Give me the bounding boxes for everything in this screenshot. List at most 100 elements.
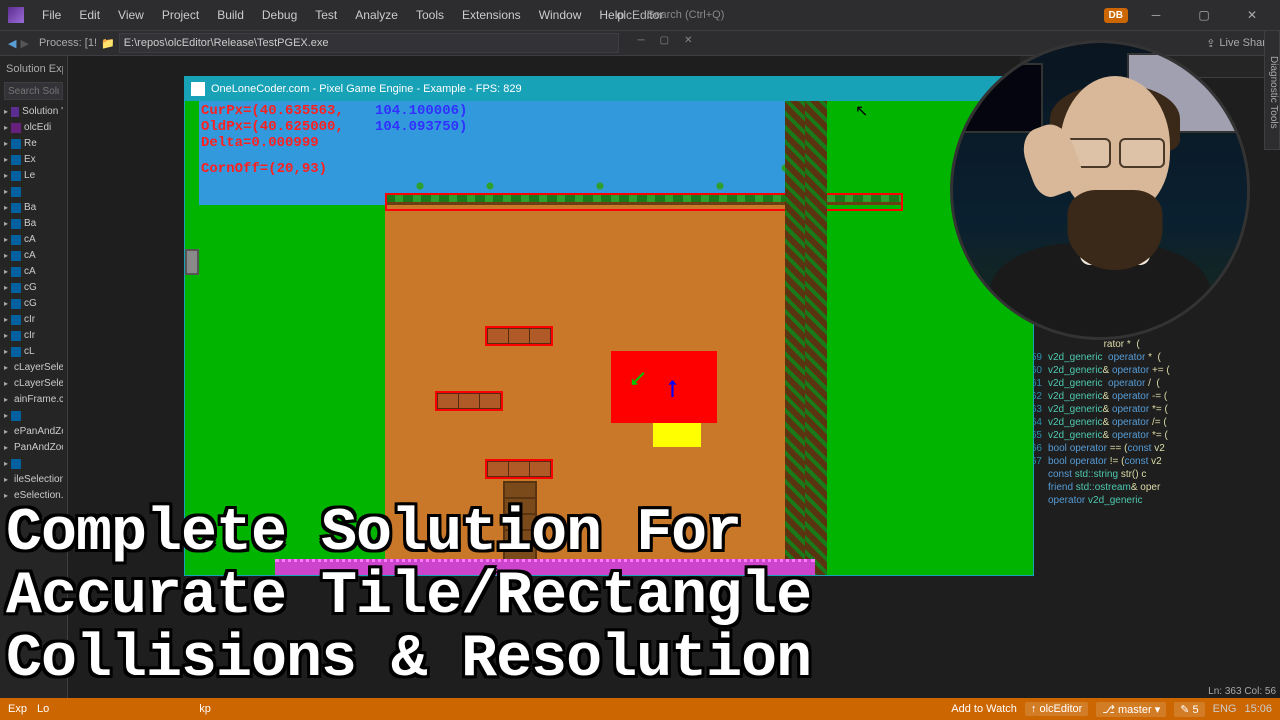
tree-item[interactable]: ▸cLayerSelectPane... [4,360,63,376]
menu-file[interactable]: File [34,4,69,26]
back-icon[interactable]: ◀ [8,37,16,50]
tree-item[interactable]: ▸ [4,408,63,424]
menu-view[interactable]: View [110,4,152,26]
tree-item[interactable]: ▸cIr [4,312,63,328]
cursor-icon [855,101,867,117]
exe-window-controls: ─ ▢ ✕ [630,30,700,50]
tree-item[interactable]: ▸Le [4,168,63,184]
stone-ledge [185,249,199,275]
plant-icon [485,179,495,193]
tree-item[interactable]: ▸cG [4,280,63,296]
code-line[interactable]: operator v2d_generic [1020,494,1280,507]
debug-curpx-y: 104.100006) [375,103,467,119]
keyboard-lang[interactable]: ENG [1213,703,1237,715]
code-line[interactable]: friend std::ostream& oper [1020,481,1280,494]
add-watch-button[interactable]: Add to Watch [951,703,1017,715]
close-button[interactable]: ✕ [1232,8,1272,22]
ide-titlebar: FileEditViewProjectBuildDebugTestAnalyze… [0,0,1280,30]
tree-item[interactable]: ▸cLayerSelectPanel... [4,376,63,392]
code-line[interactable]: 366bool operator == (const v2 [1020,442,1280,455]
tree-item[interactable]: ▸cA [4,264,63,280]
code-line[interactable]: 361v2d_generic operator / ( [1020,377,1280,390]
tree-item[interactable]: ▸Ex [4,152,63,168]
explorer-icon[interactable]: 📁 [101,37,115,50]
menu-window[interactable]: Window [531,4,590,26]
tree-item[interactable]: ▸Solution ' [4,104,63,120]
tree-item[interactable]: ▸cA [4,232,63,248]
tree-item[interactable]: ▸Re [4,136,63,152]
menu-edit[interactable]: Edit [71,4,108,26]
debug-oldpx-y: 104.093750) [375,119,467,135]
code-line[interactable]: 362v2d_generic& operator -= ( [1020,390,1280,403]
plant-icon [415,179,425,193]
game-icon [191,82,205,96]
menu-project[interactable]: Project [154,4,207,26]
brick-platform [435,391,503,411]
tree-item[interactable]: ▸olcEdi [4,120,63,136]
code-line[interactable]: 367bool operator != (const v2 [1020,455,1280,468]
code-line[interactable]: 363v2d_generic& operator *= ( [1020,403,1280,416]
vs-logo-icon [8,7,24,23]
tree-item[interactable]: ▸ileSelection.cpp [4,472,63,488]
tree-item[interactable]: ▸cL [4,344,63,360]
tree-item[interactable]: ▸ainFrame.cpp [4,392,63,408]
status-lo[interactable]: Lo [37,703,49,715]
status-changes[interactable]: ✎ 5 [1174,702,1204,717]
code-line[interactable]: 359v2d_generic operator * ( [1020,351,1280,364]
tree-item[interactable]: ▸ [4,456,63,472]
tree-item[interactable]: ▸Ba [4,200,63,216]
diagnostic-tools-tab[interactable]: Diagnostic Tools [1264,30,1280,150]
solution-search-input[interactable] [4,82,63,100]
window-title: olcEditor [617,8,664,22]
debug-delta: Delta=0.000999 [201,135,319,151]
plant-icon [715,179,725,193]
brick-platform [485,326,553,346]
menu-analyze[interactable]: Analyze [347,4,406,26]
video-title-overlay: Complete Solution For Accurate Tile/Rect… [6,503,811,692]
path-input[interactable] [119,33,619,53]
solution-tree[interactable]: ▸Solution '▸olcEdi▸Re▸Ex▸Le▸▸Ba▸Ba▸cA▸cA… [4,104,63,504]
code-line[interactable]: rator * ( [1020,338,1280,351]
menu-extensions[interactable]: Extensions [454,4,529,26]
code-line[interactable]: 365v2d_generic& operator *= ( [1020,429,1280,442]
debug-curpx: CurPx=(40.635563, [201,103,344,119]
tree-item[interactable]: ▸Ba [4,216,63,232]
status-kp: kp [199,703,211,715]
tree-item[interactable]: ▸cIr [4,328,63,344]
menu-build[interactable]: Build [209,4,252,26]
tree-item[interactable]: ▸cA [4,248,63,264]
exe-maximize-button[interactable]: ▢ [660,35,669,46]
menu-test[interactable]: Test [307,4,345,26]
forward-icon[interactable]: ▶ [20,37,28,50]
code-line[interactable]: 364v2d_generic& operator /= ( [1020,416,1280,429]
tree-item[interactable]: ▸cG [4,296,63,312]
debug-cornoff: CornOff=(20,93) [201,161,327,177]
minimize-button[interactable]: ─ [1136,8,1176,22]
game-titlebar[interactable]: OneLoneCoder.com - Pixel Game Engine - E… [185,77,1033,101]
brick-platform [485,459,553,479]
tree-item[interactable]: ▸ePanAndZoomRe... [4,424,63,440]
plant-icon [595,179,605,193]
code-line[interactable]: const std::string str() c [1020,468,1280,481]
menu-tools[interactable]: Tools [408,4,452,26]
webcam-overlay [950,40,1250,340]
main-menu: FileEditViewProjectBuildDebugTestAnalyze… [34,4,632,26]
code-line[interactable]: 360v2d_generic& operator += ( [1020,364,1280,377]
maximize-button[interactable]: ▢ [1184,8,1224,22]
process-label: Process: [1! [39,37,97,49]
collider-yellow [653,423,701,447]
solution-explorer-title: Solution Expl... [4,60,63,78]
user-badge[interactable]: DB [1104,8,1128,23]
ide-status-bar: Exp Lo kp Add to Watch ↑ olcEditor ⎇ mas… [0,698,1280,720]
status-project[interactable]: ↑ olcEditor [1025,702,1088,716]
editor-cursor-status: Ln: 363 Col: 56 [1208,685,1276,698]
tree-item[interactable]: ▸PanAndZoomRenderer.h [4,440,63,456]
clock: 15:06 [1244,703,1272,715]
status-exp[interactable]: Exp [8,703,27,715]
menu-debug[interactable]: Debug [254,4,305,26]
status-branch[interactable]: ⎇ master ▾ [1096,702,1166,717]
exe-close-button[interactable]: ✕ [684,35,692,46]
exe-minimize-button[interactable]: ─ [638,35,645,46]
tree-item[interactable]: ▸ [4,184,63,200]
debug-oldpx: OldPx=(40.625000, [201,119,344,135]
